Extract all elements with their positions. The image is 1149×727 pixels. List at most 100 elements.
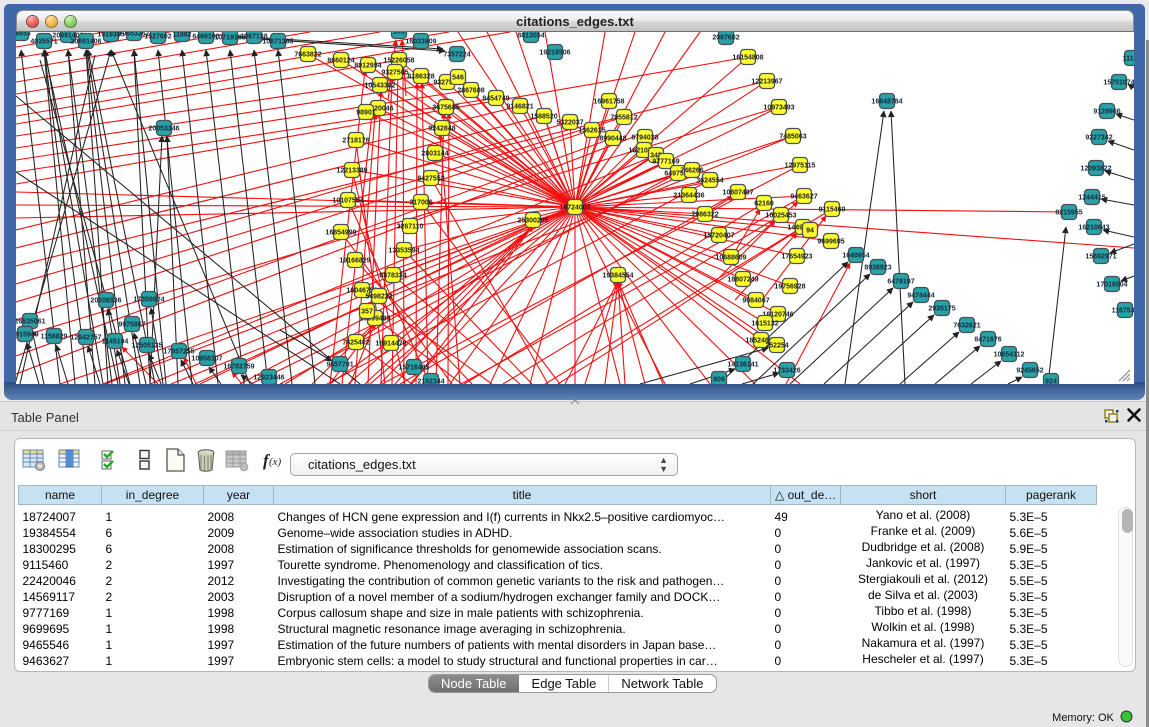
svg-text:16033809: 16033809: [405, 39, 436, 46]
svg-text:8990448: 8990448: [599, 136, 626, 143]
svg-text:18807249: 18807249: [727, 277, 758, 284]
svg-text:2803144: 2803144: [421, 151, 448, 158]
svg-text:15751074: 15751074: [1103, 80, 1134, 87]
svg-text:2087682: 2087682: [712, 35, 739, 42]
svg-text:9657791: 9657791: [326, 362, 353, 369]
svg-text:5498222: 5498222: [365, 294, 392, 301]
svg-text:10107554: 10107554: [332, 198, 363, 205]
svg-text:25300205: 25300205: [517, 218, 548, 225]
svg-text:16154808: 16154808: [732, 55, 763, 62]
svg-text:13353594: 13353594: [388, 248, 419, 255]
svg-text:9777169: 9777169: [652, 159, 679, 166]
svg-text:357: 357: [361, 309, 373, 316]
svg-text:3675685: 3675685: [432, 105, 459, 112]
svg-text:9084067: 9084067: [742, 298, 769, 305]
svg-text:10973493: 10973493: [763, 105, 794, 112]
svg-text:806: 806: [713, 377, 725, 384]
svg-text:62160: 62160: [754, 201, 774, 208]
svg-text:9699695: 9699695: [817, 239, 844, 246]
svg-text:10958107: 10958107: [191, 356, 222, 363]
svg-text:7625402: 7625402: [342, 340, 369, 347]
svg-text:9474444: 9474444: [907, 293, 934, 300]
svg-text:3267110: 3267110: [397, 224, 424, 231]
svg-text:15692971: 15692971: [1085, 254, 1116, 261]
svg-text:8938923: 8938923: [864, 265, 891, 272]
svg-text:4035571: 4035571: [30, 39, 57, 46]
svg-text:20053346: 20053346: [148, 126, 179, 133]
svg-text:2718176: 2718176: [342, 138, 369, 145]
svg-text:3624554: 3624554: [696, 178, 723, 185]
svg-text:1588520: 1588520: [530, 114, 557, 121]
svg-text:9227342: 9227342: [1085, 135, 1112, 142]
svg-text:15720407: 15720407: [703, 233, 734, 240]
svg-text:8813054: 8813054: [517, 33, 544, 40]
svg-text:7357224: 7357224: [443, 52, 470, 59]
svg-text:8878334: 8878334: [379, 273, 406, 280]
svg-text:7632621: 7632621: [953, 323, 980, 330]
svg-text:9245652: 9245652: [1016, 368, 1043, 375]
svg-text:18853: 18853: [16, 32, 31, 38]
svg-text:19384554: 19384554: [602, 273, 633, 280]
svg-text:10688609: 10688609: [715, 255, 746, 262]
svg-text:9327505: 9327505: [381, 70, 408, 77]
svg-text:317006: 317006: [409, 200, 432, 207]
svg-text:19756928: 19756928: [774, 284, 805, 291]
svg-text:7986322: 7986322: [691, 212, 718, 219]
svg-text:6479197: 6479197: [887, 279, 914, 286]
svg-text:9242848: 9242848: [428, 126, 455, 133]
svg-text:1615132: 1615132: [751, 321, 778, 328]
svg-text:12975115: 12975115: [785, 163, 816, 170]
svg-text:14136141: 14136141: [727, 362, 758, 369]
svg-text:12213389: 12213389: [336, 168, 367, 175]
svg-text:1145194: 1145194: [102, 339, 129, 346]
svg-text:8215955: 8215955: [1055, 210, 1082, 217]
svg-text:8454749: 8454749: [482, 96, 509, 103]
svg-text:16854999: 16854999: [325, 230, 356, 237]
svg-text:15226058: 15226058: [383, 58, 414, 65]
svg-text:161: 161: [393, 32, 405, 36]
svg-text:12505135: 12505135: [131, 343, 162, 350]
svg-text:9146821: 9146821: [506, 104, 533, 111]
svg-text:1733426: 1733426: [773, 368, 800, 375]
svg-text:2192344: 2192344: [417, 379, 444, 385]
svg-text:17654923: 17654923: [781, 254, 812, 261]
svg-text:16914479: 16914479: [375, 341, 406, 348]
svg-text:19218506: 19218506: [539, 50, 570, 57]
svg-text:9115460: 9115460: [819, 207, 846, 214]
svg-text:20691406: 20691406: [70, 39, 101, 46]
svg-text:5322037: 5322037: [556, 120, 583, 127]
svg-text:94: 94: [806, 228, 814, 235]
svg-text:17016504: 17016504: [1096, 282, 1127, 289]
svg-text:17957255: 17957255: [163, 349, 194, 356]
svg-text:7663822: 7663822: [294, 52, 321, 59]
svg-text:546: 546: [452, 75, 464, 82]
svg-text:12093822: 12093822: [1080, 166, 1111, 173]
svg-text:10543382: 10543382: [364, 83, 395, 90]
svg-text:18724007: 18724007: [559, 205, 590, 212]
svg-text:252254: 252254: [765, 343, 788, 350]
svg-text:8912954: 8912954: [354, 63, 381, 70]
svg-text:10807487: 10807487: [722, 190, 753, 197]
svg-text:1156829: 1156829: [41, 334, 68, 341]
svg-text:20206536: 20206536: [90, 298, 121, 305]
svg-text:2935175: 2935175: [928, 306, 955, 313]
svg-text:16648784: 16648784: [871, 99, 902, 106]
svg-text:1167533: 1167533: [1112, 308, 1134, 315]
svg-text:10654112: 10654112: [994, 352, 1025, 359]
svg-text:8660124: 8660124: [327, 58, 354, 65]
svg-text:17359924: 17359924: [133, 297, 164, 304]
svg-text:15716485: 15716485: [398, 365, 429, 372]
svg-text:16961758: 16961758: [593, 99, 624, 106]
svg-text:10671385: 10671385: [262, 39, 293, 46]
svg-text:1527602: 1527602: [144, 34, 171, 41]
svg-text:16210643: 16210643: [1078, 225, 1109, 232]
svg-text:11882: 11882: [172, 32, 191, 39]
svg-text:8186328: 8186328: [407, 74, 434, 81]
svg-text:7485063: 7485063: [779, 134, 806, 141]
svg-text:6794028: 6794028: [631, 135, 658, 142]
svg-text:12923446: 12923446: [253, 375, 284, 382]
svg-text:9463627: 9463627: [790, 194, 817, 201]
svg-text:12213967: 12213967: [751, 79, 782, 86]
svg-text:26535061: 26535061: [16, 319, 46, 326]
svg-text:746266: 746266: [680, 168, 703, 175]
